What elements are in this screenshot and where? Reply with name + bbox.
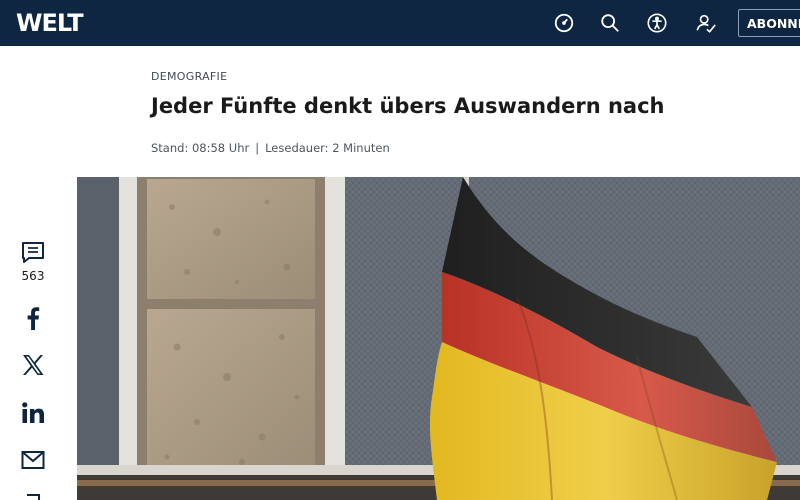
linkedin-icon (22, 402, 44, 423)
subscribe-button[interactable]: ABONNEMENT (738, 9, 800, 37)
comment-count: 563 (21, 269, 45, 283)
hero-image (77, 177, 800, 500)
german-flag-photo (77, 177, 800, 500)
mail-icon (21, 451, 45, 469)
share-more-button[interactable] (14, 492, 52, 500)
x-icon (23, 355, 44, 375)
facebook-icon (27, 307, 40, 330)
accessibility-icon[interactable] (644, 10, 670, 36)
clock-icon[interactable] (551, 10, 577, 36)
welt-logo[interactable]: WELT (16, 9, 84, 37)
article-meta: Stand: 08:58 Uhr | Lesedauer: 2 Minuten (151, 141, 390, 155)
user-icon[interactable] (693, 10, 719, 36)
article-kicker[interactable]: DEMOGRAFIE (151, 70, 227, 83)
share-x-button[interactable] (14, 352, 52, 378)
article-headline: Jeder Fünfte denkt übers Auswandern nach (151, 94, 665, 118)
bookmark-icon (27, 494, 40, 500)
article-read-time: Lesedauer: 2 Minuten (265, 141, 390, 155)
article-timestamp: Stand: 08:58 Uhr (151, 141, 250, 155)
comments-button[interactable]: 563 (14, 240, 52, 283)
share-mail-button[interactable] (14, 447, 52, 473)
meta-separator: | (255, 141, 260, 155)
search-icon[interactable] (597, 10, 623, 36)
top-navigation-bar: WELT ABONNEMENT (0, 0, 800, 46)
share-linkedin-button[interactable] (14, 400, 52, 426)
share-facebook-button[interactable] (14, 305, 52, 331)
comments-icon (22, 242, 44, 263)
